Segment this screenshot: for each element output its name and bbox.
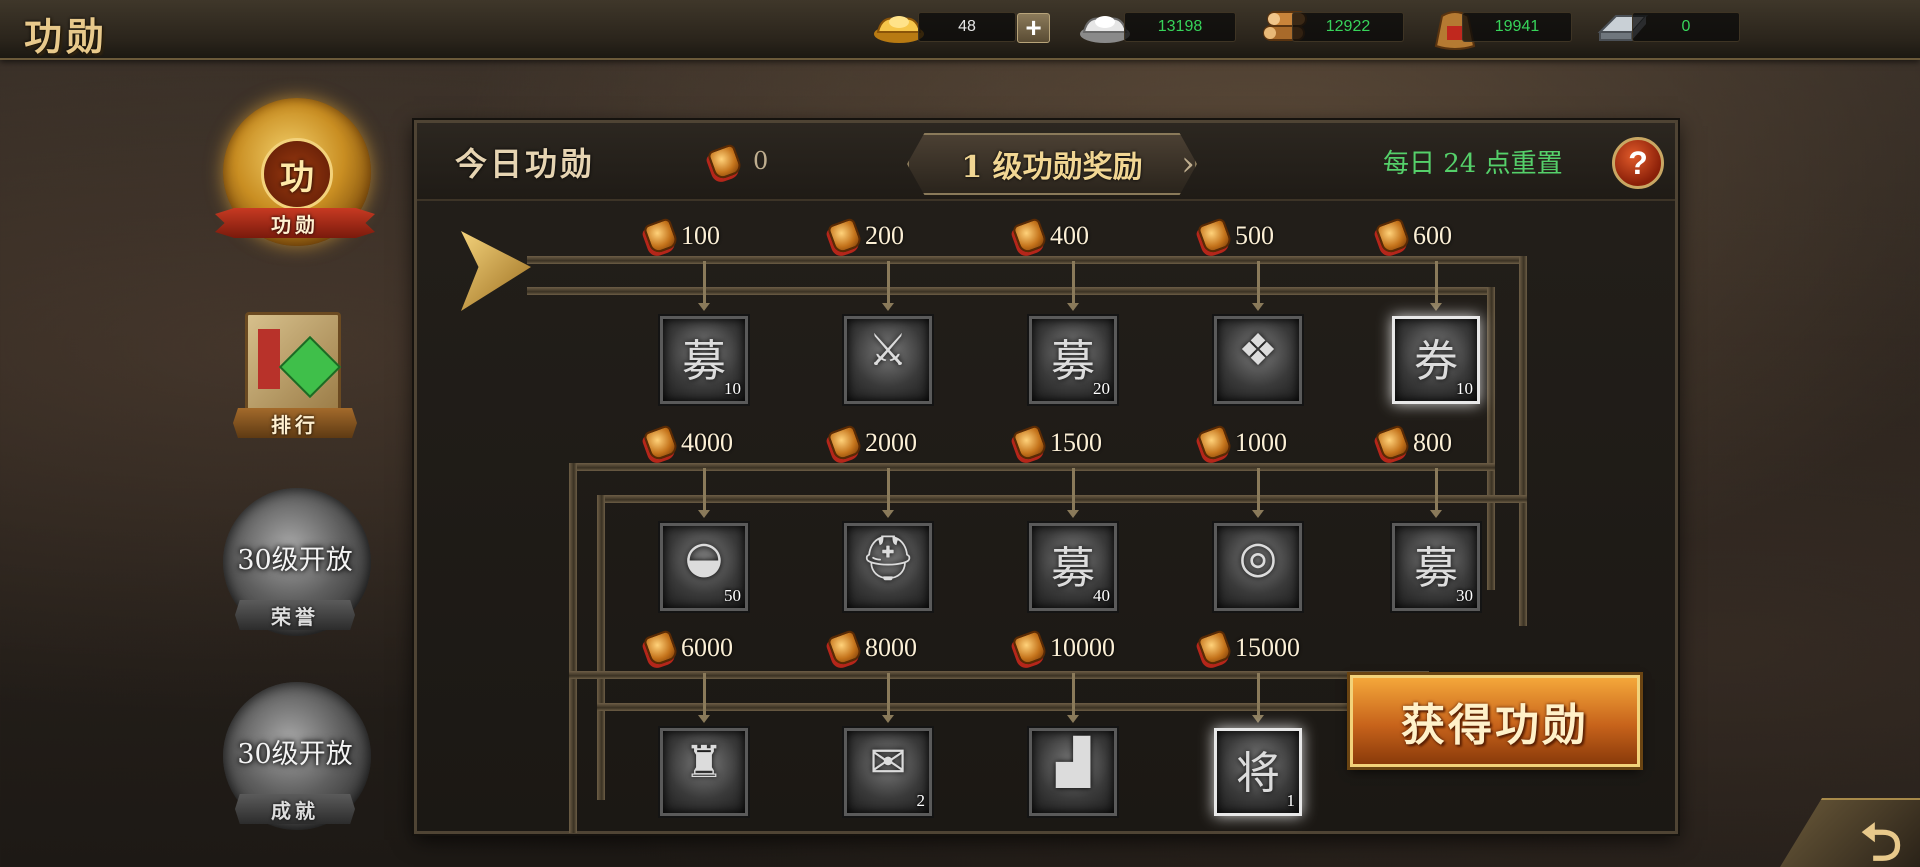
tier-title: 1 级功勋奖励 bbox=[907, 133, 1197, 195]
merit-token-icon bbox=[1196, 629, 1234, 667]
recruit-token-icon[interactable]: 募 20 bbox=[1029, 316, 1117, 404]
recruit-token-icon[interactable]: 募 30 bbox=[1392, 523, 1480, 611]
milestone-threshold: 6000 bbox=[642, 629, 793, 667]
milestone-threshold: 600 bbox=[1374, 217, 1525, 255]
top-bar: 功勋 48 + 13198 12922 19941 0 bbox=[0, 0, 1920, 60]
connector-arrow bbox=[1067, 673, 1079, 723]
merit-token-icon bbox=[1011, 424, 1049, 462]
back-arrow-icon: ⮌ bbox=[1860, 813, 1902, 867]
helmet-icon[interactable]: ⛑ bbox=[844, 523, 932, 611]
milestone-threshold: 800 bbox=[1374, 424, 1525, 462]
milestone-threshold: 1000 bbox=[1196, 424, 1347, 462]
connector-arrow bbox=[1430, 468, 1442, 518]
connector-arrow bbox=[1067, 468, 1079, 518]
add-gold-button[interactable]: + bbox=[1017, 13, 1050, 43]
sidebar-item-ranking[interactable]: 排行 bbox=[215, 298, 375, 458]
sidebar-item-achievement[interactable]: 30级开放 成就 bbox=[215, 682, 375, 842]
unlock-level-text: 30级开放 bbox=[237, 739, 353, 770]
merit-token-icon bbox=[826, 629, 864, 667]
war-banner-icon[interactable]: ❖ bbox=[1214, 316, 1302, 404]
gold-count: 48 bbox=[918, 12, 1016, 42]
armor-icon[interactable]: ♜ bbox=[660, 728, 748, 816]
milestone-threshold: 200 bbox=[826, 217, 977, 255]
merit-token-icon bbox=[642, 629, 680, 667]
sidebar-item-honor[interactable]: 30级开放 荣誉 bbox=[215, 488, 375, 648]
silver-ingot-icon[interactable]: ◒ 50 bbox=[660, 523, 748, 611]
merit-token-icon bbox=[1196, 424, 1234, 462]
track-line bbox=[569, 671, 1429, 679]
help-button[interactable]: ? bbox=[1612, 137, 1664, 189]
spear-icon[interactable]: ⚔ bbox=[844, 316, 932, 404]
connector-arrow bbox=[698, 673, 710, 723]
milestone-threshold: 500 bbox=[1196, 217, 1347, 255]
unlock-level-text: 30级开放 bbox=[237, 545, 353, 576]
earn-merit-button[interactable]: 获得功勋 bbox=[1350, 675, 1640, 767]
ranking-book-icon bbox=[245, 312, 342, 412]
connector-arrow bbox=[1252, 468, 1264, 518]
connector-arrow bbox=[698, 261, 710, 311]
connector-arrow bbox=[882, 673, 894, 723]
start-arrow-icon bbox=[461, 231, 531, 311]
milestone-threshold: 10000 bbox=[1011, 629, 1162, 667]
track-line bbox=[569, 463, 577, 833]
iron-count: 0 bbox=[1632, 12, 1740, 42]
wood-count: 12922 bbox=[1292, 12, 1404, 42]
page-title: 功勋 bbox=[24, 14, 109, 59]
milestone-threshold: 4000 bbox=[642, 424, 793, 462]
silver-count: 13198 bbox=[1124, 12, 1236, 42]
sidebar-item-label: 荣誉 bbox=[235, 600, 355, 630]
merit-token-icon bbox=[706, 143, 744, 181]
today-merit-label: 今日功勋 bbox=[455, 145, 596, 183]
sidebar-item-merit[interactable]: 功 功勋 bbox=[215, 98, 375, 258]
connector-arrow bbox=[1430, 261, 1442, 311]
next-tier-arrow-icon[interactable]: › bbox=[1175, 145, 1201, 183]
voucher-icon[interactable]: 券 10 bbox=[1392, 316, 1480, 404]
boots-icon[interactable]: ▟ bbox=[1029, 728, 1117, 816]
recruit-token-icon[interactable]: 募 40 bbox=[1029, 523, 1117, 611]
recruit-token-icon[interactable]: 募 10 bbox=[660, 316, 748, 404]
reset-time-text: 每日 24 点重置 bbox=[1383, 149, 1563, 179]
merit-badge: 功 bbox=[261, 138, 333, 210]
merit-token-icon bbox=[642, 217, 680, 255]
merit-token-icon bbox=[1374, 424, 1412, 462]
merit-token-icon bbox=[1196, 217, 1234, 255]
merit-token-icon bbox=[826, 217, 864, 255]
connector-arrow bbox=[1252, 673, 1264, 723]
connector-arrow bbox=[698, 468, 710, 518]
ring-icon[interactable]: ◎ bbox=[1214, 523, 1302, 611]
track-line bbox=[527, 287, 1495, 295]
merit-token-icon bbox=[1374, 217, 1412, 255]
track-line bbox=[527, 256, 1527, 264]
connector-arrow bbox=[882, 468, 894, 518]
track-line bbox=[597, 495, 1527, 503]
milestone-threshold: 400 bbox=[1011, 217, 1162, 255]
milestone-threshold: 100 bbox=[642, 217, 793, 255]
milestone-threshold: 15000 bbox=[1196, 629, 1347, 667]
merit-token-icon bbox=[1011, 629, 1049, 667]
connector-arrow bbox=[882, 261, 894, 311]
milestone-threshold: 1500 bbox=[1011, 424, 1162, 462]
track-line bbox=[597, 495, 605, 800]
grain-count: 19941 bbox=[1462, 12, 1572, 42]
milestone-threshold: 8000 bbox=[826, 629, 977, 667]
merit-token-icon bbox=[826, 424, 864, 462]
connector-arrow bbox=[1252, 261, 1264, 311]
sidebar-item-label: 成就 bbox=[235, 794, 355, 824]
milestone-threshold: 2000 bbox=[826, 424, 977, 462]
merit-token-icon bbox=[642, 424, 680, 462]
panel-header: 今日功勋 0 ‹ 1 级功勋奖励 › 每日 24 点重置 ? bbox=[417, 123, 1675, 201]
skill-scroll-icon[interactable]: ✉ 2 bbox=[844, 728, 932, 816]
today-merit-value: 0 bbox=[753, 147, 769, 175]
track-line bbox=[569, 463, 1495, 471]
sidebar-item-label: 功勋 bbox=[215, 208, 375, 238]
track-line bbox=[597, 703, 1412, 711]
connector-arrow bbox=[1067, 261, 1079, 311]
general-token-icon[interactable]: 将 1 bbox=[1214, 728, 1302, 816]
back-button[interactable]: ⮌ bbox=[1780, 798, 1920, 867]
sidebar-item-label: 排行 bbox=[233, 408, 357, 438]
merit-token-icon bbox=[1011, 217, 1049, 255]
